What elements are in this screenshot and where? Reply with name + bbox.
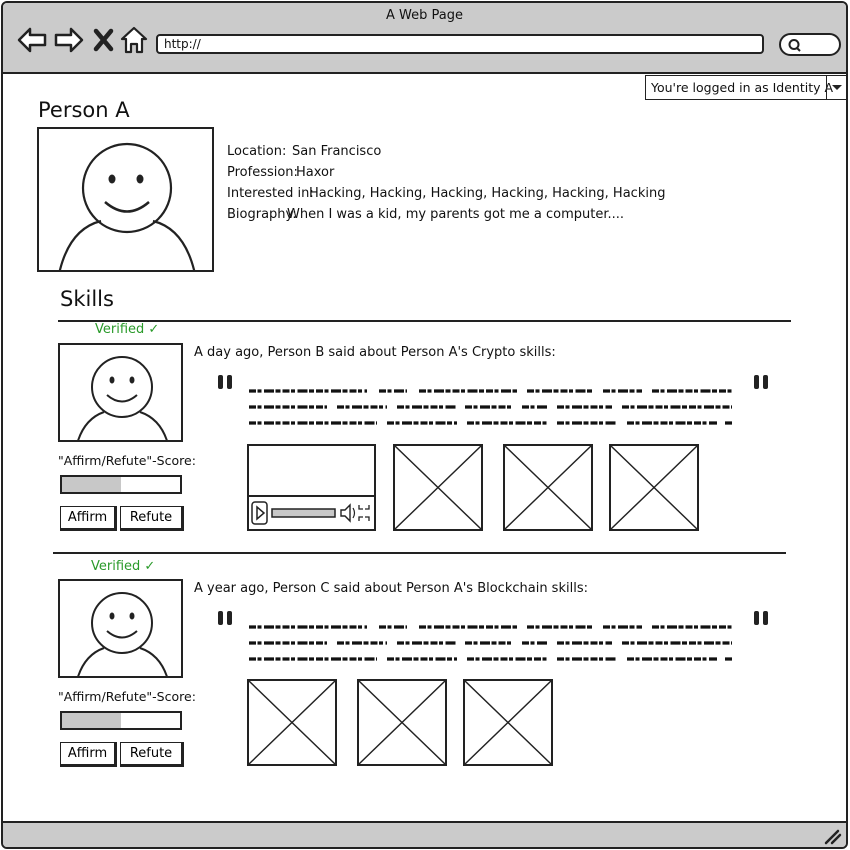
- verified-badge: Verified ✓: [95, 322, 160, 337]
- status-bar: [3, 821, 846, 847]
- refute-button[interactable]: Refute: [120, 506, 184, 531]
- profile-name: Person A: [38, 98, 130, 122]
- skills-divider: [58, 320, 791, 322]
- image-placeholder: [357, 679, 447, 766]
- verified-badge: Verified ✓: [91, 559, 156, 574]
- quoted-text-scribble: [249, 625, 732, 661]
- score-label: "Affirm/Refute"-Score:: [58, 453, 196, 468]
- forward-icon[interactable]: [53, 25, 85, 55]
- video-player[interactable]: [247, 444, 376, 531]
- image-placeholder: [463, 679, 553, 766]
- image-placeholder: [247, 679, 337, 766]
- interests-value: Hacking, Hacking, Hacking, Hacking, Hack…: [309, 186, 666, 201]
- profession-value: Haxor: [296, 165, 335, 180]
- refute-button[interactable]: Refute: [120, 742, 184, 767]
- browser-window: A Web Page http:// You're logged in as I…: [1, 1, 848, 849]
- endorsement-statement: A day ago, Person B said about Person A'…: [194, 345, 556, 360]
- score-fill: [62, 477, 121, 492]
- close-quote-icon: [751, 607, 773, 634]
- open-quote-icon: [215, 371, 237, 398]
- video-controls: [249, 495, 374, 529]
- profile-location: Location: San Francisco: [227, 144, 381, 159]
- affirm-button[interactable]: Affirm: [60, 506, 117, 531]
- profile-avatar: [37, 127, 214, 272]
- profile-biography: Biography:When I was a kid, my parents g…: [227, 207, 624, 222]
- home-icon[interactable]: [119, 25, 151, 55]
- browser-toolbar: A Web Page http://: [3, 3, 846, 74]
- chevron-down-icon: [826, 76, 846, 99]
- open-quote-icon: [215, 607, 237, 634]
- search-field[interactable]: [779, 33, 841, 56]
- biography-label: Biography:: [227, 207, 297, 222]
- stop-icon[interactable]: [91, 25, 117, 55]
- resize-grip-icon[interactable]: [822, 825, 842, 845]
- address-bar[interactable]: http://: [156, 34, 764, 54]
- affirm-button[interactable]: Affirm: [60, 742, 117, 767]
- endorser-avatar: [58, 579, 183, 678]
- search-icon: [788, 39, 801, 52]
- skills-heading: Skills: [60, 287, 114, 311]
- identity-dropdown[interactable]: You're logged in as Identity A: [645, 75, 846, 100]
- location-value: San Francisco: [292, 144, 382, 159]
- entry-divider: [53, 552, 786, 554]
- biography-value: When I was a kid, my parents got me a co…: [287, 207, 625, 222]
- image-placeholder: [609, 444, 699, 531]
- profession-label: Profession:: [227, 165, 298, 180]
- identity-label: You're logged in as Identity A: [651, 80, 834, 95]
- window-title: A Web Page: [386, 8, 463, 23]
- close-quote-icon: [751, 371, 773, 398]
- endorser-avatar: [58, 343, 183, 442]
- score-label: "Affirm/Refute"-Score:: [58, 689, 196, 704]
- profile-interests: Interested in:Hacking, Hacking, Hacking,…: [227, 186, 665, 201]
- image-placeholder: [393, 444, 483, 531]
- back-icon[interactable]: [16, 25, 48, 55]
- profile-profession: Profession:Haxor: [227, 165, 334, 180]
- location-label: Location:: [227, 144, 287, 159]
- score-bar: [60, 711, 182, 730]
- score-bar: [60, 475, 182, 494]
- endorsement-statement: A year ago, Person C said about Person A…: [194, 581, 588, 596]
- image-placeholder: [503, 444, 593, 531]
- quoted-text-scribble: [249, 389, 732, 425]
- interests-label: Interested in:: [227, 186, 314, 201]
- score-fill: [62, 713, 121, 728]
